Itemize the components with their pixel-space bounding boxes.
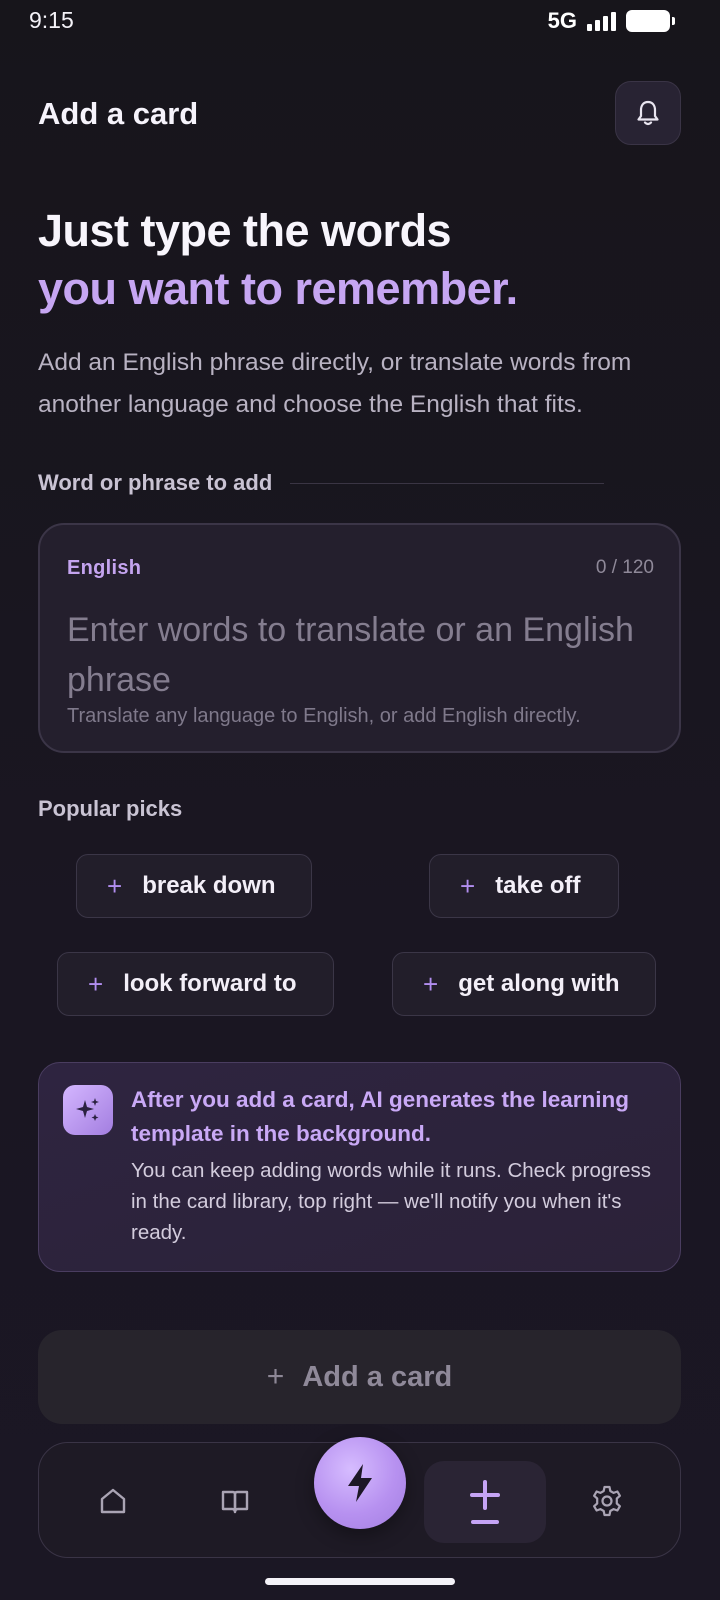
pick-chip-label: get along with [458, 970, 620, 997]
hero-description: Add an English phrase directly, or trans… [38, 349, 632, 418]
signal-icon [587, 11, 616, 31]
pick-chip-label: break down [142, 872, 276, 899]
plus-icon: + [423, 969, 439, 999]
char-counter: 0 / 120 [595, 557, 654, 578]
status-time: 9:15 [29, 7, 74, 33]
nav-home[interactable] [77, 1443, 149, 1559]
pick-chip-look-forward-to[interactable]: + look forward to [57, 952, 334, 1016]
plus-icon: + [266, 1360, 285, 1393]
plus-icon: + [107, 871, 123, 901]
add-card-button[interactable]: + Add a card [38, 1330, 681, 1424]
ai-info-card: After you add a card, AI generates the l… [38, 1062, 681, 1272]
pick-chip-take-off[interactable]: + take off [429, 854, 619, 918]
plus-icon: + [460, 871, 476, 901]
network-type: 5G [547, 8, 577, 33]
battery-icon [626, 10, 675, 32]
word-input-field[interactable]: English 0 / 120 Enter words to translate… [38, 523, 681, 753]
nav-settings[interactable] [571, 1443, 643, 1559]
info-body: You can keep adding words while it runs.… [131, 1159, 652, 1244]
popular-picks-label: Popular picks [38, 796, 183, 821]
gear-icon [593, 1485, 621, 1517]
plus-icon: + [88, 969, 104, 999]
lightning-icon [348, 1464, 372, 1502]
pick-chip-get-along-with[interactable]: + get along with [392, 952, 656, 1016]
pick-chip-label: look forward to [123, 970, 297, 997]
status-bar: 9:15 5G [0, 0, 720, 44]
pick-chip-label: take off [495, 872, 581, 899]
page-title: Add a card [38, 96, 199, 131]
input-placeholder[interactable]: Enter words to translate or an English p… [67, 605, 647, 705]
status-icons: 5G [547, 8, 675, 34]
nav-add-card[interactable] [424, 1461, 546, 1543]
book-icon [221, 1490, 249, 1514]
plus-icon [470, 1480, 500, 1510]
nav-library[interactable] [199, 1443, 271, 1559]
pick-chip-break-down[interactable]: + break down [76, 854, 312, 918]
hero-headline: Just type the words [38, 205, 452, 256]
quick-review-button[interactable] [314, 1437, 406, 1529]
home-icon [100, 1488, 126, 1514]
add-card-label: Add a card [302, 1360, 453, 1393]
active-indicator [471, 1520, 499, 1524]
input-section-label: Word or phrase to add [38, 470, 273, 495]
hero-headline-accent: you want to remember. [38, 263, 518, 314]
info-title: After you add a card, AI generates the l… [131, 1087, 630, 1146]
screen: 9:15 5G Add a card Just type the words y… [0, 0, 720, 1600]
input-hint: Translate any language to English, or ad… [67, 705, 581, 727]
divider [290, 483, 604, 484]
home-indicator[interactable] [265, 1578, 455, 1585]
sparkle-icon [63, 1085, 113, 1135]
language-label[interactable]: English [67, 557, 141, 580]
bell-icon [637, 100, 659, 126]
notification-button[interactable] [615, 81, 681, 145]
